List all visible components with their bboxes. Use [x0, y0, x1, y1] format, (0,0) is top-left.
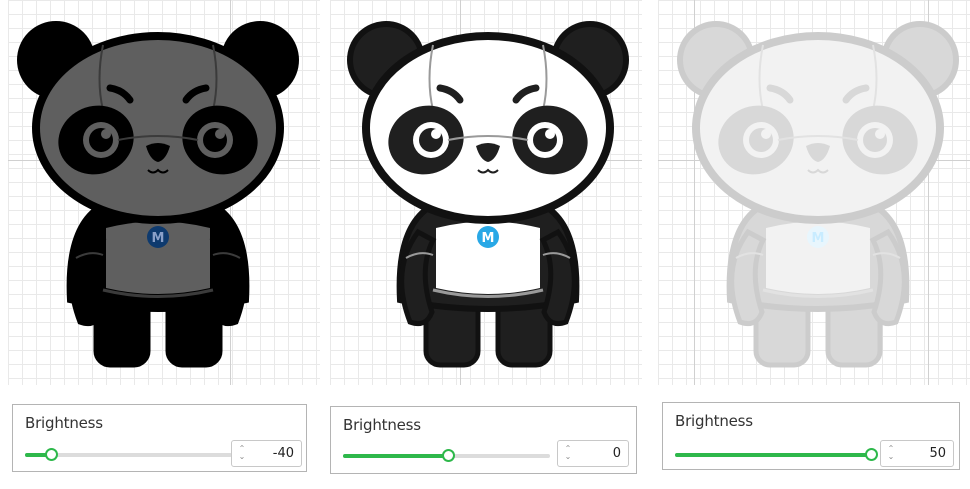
stepper-icon[interactable]: ⌃ ⌄: [887, 445, 895, 462]
svg-text:M: M: [152, 231, 165, 246]
brightness-label: Brightness: [675, 412, 753, 430]
slider-thumb[interactable]: [45, 448, 58, 461]
stepper-icon[interactable]: ⌃ ⌄: [238, 445, 246, 462]
brightness-number-input[interactable]: ⌃ ⌄ -40: [231, 440, 302, 467]
slider-thumb[interactable]: [865, 448, 878, 461]
slider-fill: [343, 454, 447, 458]
brightness-value: 0: [612, 446, 621, 461]
panda-image-light: M: [677, 21, 959, 368]
brightness-panel-2: Brightness ⌃ ⌄ 0: [330, 406, 637, 474]
slider-fill: [675, 453, 870, 457]
brightness-slider[interactable]: [25, 448, 232, 461]
svg-text:M: M: [812, 231, 825, 246]
brightness-panel-1: Brightness ⌃ ⌄ -40: [12, 404, 307, 472]
panda-image-normal: M: [347, 21, 629, 368]
panda-image-dark: M: [17, 21, 299, 368]
stepper-icon[interactable]: ⌃ ⌄: [564, 445, 572, 462]
brightness-number-input[interactable]: ⌃ ⌄ 50: [880, 440, 954, 467]
brightness-slider[interactable]: [675, 448, 878, 461]
brightness-label: Brightness: [25, 414, 103, 432]
brightness-value: 50: [929, 446, 946, 461]
brightness-number-input[interactable]: ⌃ ⌄ 0: [557, 440, 629, 467]
preview-canvas-normal: M: [330, 0, 642, 385]
brightness-panel-3: Brightness ⌃ ⌄ 50: [662, 402, 960, 470]
brightness-value: -40: [272, 446, 294, 461]
preview-canvas-light: M: [658, 0, 970, 385]
brightness-slider[interactable]: [343, 449, 550, 462]
brightness-label: Brightness: [343, 416, 421, 434]
preview-canvas-dark: M: [8, 0, 320, 385]
svg-text:M: M: [482, 231, 495, 246]
slider-thumb[interactable]: [442, 449, 455, 462]
